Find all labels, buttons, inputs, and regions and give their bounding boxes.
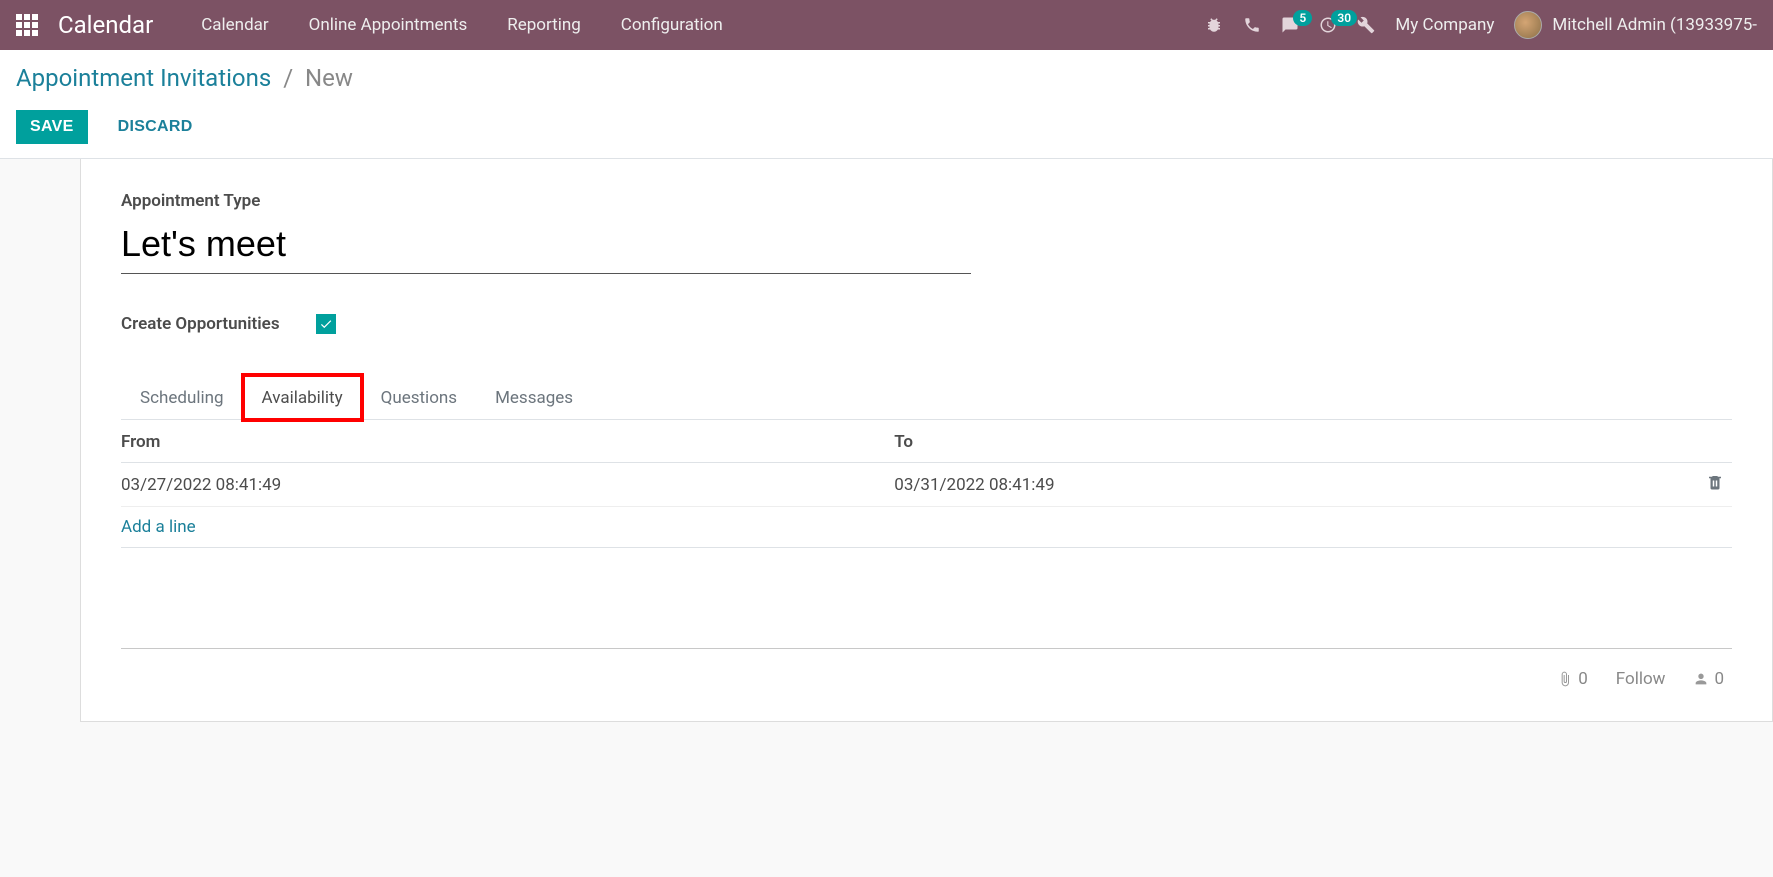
attachments-count[interactable]: 0	[1557, 669, 1588, 689]
bug-icon[interactable]	[1205, 16, 1223, 34]
col-from-header: From	[121, 420, 894, 463]
chatter-bar: 0 Follow 0	[121, 649, 1732, 697]
tools-icon[interactable]	[1357, 16, 1375, 34]
availability-table: From To 03/27/2022 08:41:49 03/31/2022 0…	[121, 420, 1732, 548]
person-icon	[1693, 671, 1709, 687]
nav-online-appointments[interactable]: Online Appointments	[309, 15, 468, 35]
nav-configuration[interactable]: Configuration	[621, 15, 723, 35]
check-icon	[319, 317, 333, 331]
table-row[interactable]: 03/27/2022 08:41:49 03/31/2022 08:41:49	[121, 463, 1732, 507]
table-row-add: Add a line	[121, 507, 1732, 548]
tab-scheduling[interactable]: Scheduling	[121, 375, 243, 420]
tabs: Scheduling Availability Questions Messag…	[121, 374, 1732, 420]
discard-button[interactable]: DISCARD	[104, 110, 207, 144]
cell-from[interactable]: 03/27/2022 08:41:49	[121, 463, 894, 507]
tab-availability[interactable]: Availability	[243, 375, 362, 420]
tab-questions[interactable]: Questions	[362, 375, 476, 420]
trash-icon[interactable]	[1706, 476, 1724, 496]
nav-reporting[interactable]: Reporting	[507, 15, 581, 35]
follow-button[interactable]: Follow	[1616, 669, 1666, 689]
add-line-link[interactable]: Add a line	[121, 517, 196, 537]
activities-badge: 30	[1331, 10, 1357, 26]
attachments-number: 0	[1578, 669, 1588, 689]
apps-icon[interactable]	[16, 14, 38, 36]
activities-icon[interactable]: 30	[1319, 16, 1337, 34]
attachment-icon	[1557, 671, 1573, 687]
save-button[interactable]: SAVE	[16, 110, 88, 144]
breadcrumb-current: New	[305, 64, 353, 92]
username: Mitchell Admin (13933975-	[1552, 15, 1757, 35]
control-bar: Appointment Invitations / New SAVE DISCA…	[0, 50, 1773, 159]
tab-messages[interactable]: Messages	[476, 375, 592, 420]
nav-links: Calendar Online Appointments Reporting C…	[201, 15, 723, 35]
app-title[interactable]: Calendar	[58, 11, 153, 39]
breadcrumb-sep: /	[283, 64, 293, 92]
col-delete-header	[1668, 420, 1732, 463]
followers-number: 0	[1714, 669, 1724, 689]
form-sheet: Appointment Type Create Opportunities Sc…	[80, 159, 1773, 722]
create-opportunities-label: Create Opportunities	[121, 314, 280, 334]
breadcrumb: Appointment Invitations / New	[16, 64, 1757, 92]
nav-right: 5 30 My Company Mitchell Admin (13933975…	[1205, 11, 1757, 39]
messages-icon[interactable]: 5	[1281, 16, 1299, 34]
appointment-type-label: Appointment Type	[121, 191, 1732, 211]
create-opportunities-checkbox[interactable]	[316, 314, 336, 334]
top-navbar: Calendar Calendar Online Appointments Re…	[0, 0, 1773, 50]
avatar	[1514, 11, 1542, 39]
button-row: SAVE DISCARD	[16, 110, 1757, 158]
breadcrumb-parent[interactable]: Appointment Invitations	[16, 64, 271, 92]
content-wrap: Appointment Type Create Opportunities Sc…	[0, 159, 1773, 722]
nav-calendar[interactable]: Calendar	[201, 15, 268, 35]
company-selector[interactable]: My Company	[1395, 15, 1494, 35]
followers-count[interactable]: 0	[1693, 669, 1724, 689]
phone-icon[interactable]	[1243, 16, 1261, 34]
appointment-type-input[interactable]	[121, 219, 971, 274]
messages-badge: 5	[1293, 10, 1312, 26]
user-menu[interactable]: Mitchell Admin (13933975-	[1514, 11, 1757, 39]
create-opportunities-row: Create Opportunities	[121, 314, 1732, 334]
col-to-header: To	[894, 420, 1667, 463]
cell-to[interactable]: 03/31/2022 08:41:49	[894, 463, 1667, 507]
